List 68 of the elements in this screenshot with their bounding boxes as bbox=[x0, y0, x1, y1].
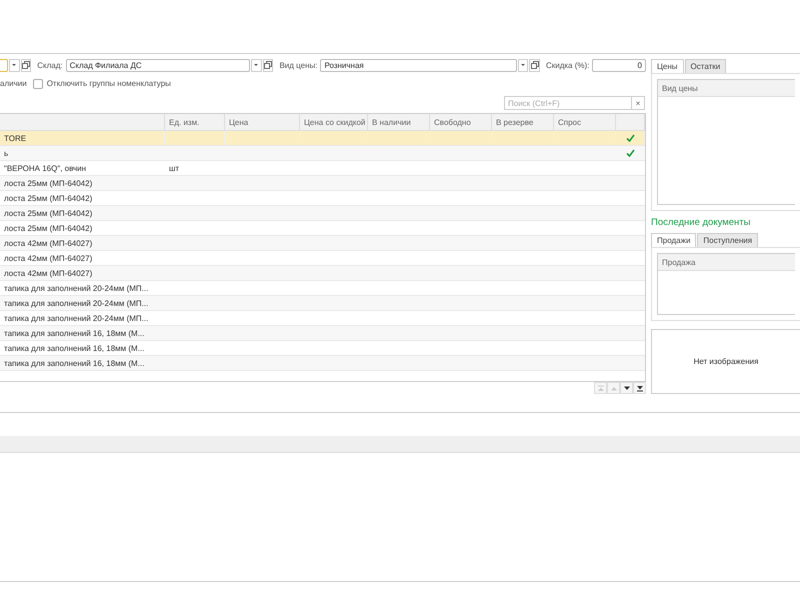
checkbox[interactable] bbox=[32, 78, 43, 89]
windows-icon bbox=[530, 61, 539, 70]
table-row[interactable]: лоста 42мм (МП-64027) bbox=[0, 236, 645, 252]
input-field[interactable]: Склад Филиала ДС bbox=[66, 58, 250, 72]
column-header[interactable]: Продажа bbox=[662, 258, 696, 266]
table-row[interactable]: тапика для заполнений 16, 18мм (М... bbox=[0, 326, 645, 342]
table-row[interactable]: тапика для заполнений 16, 18мм (М... bbox=[0, 356, 645, 372]
table-cell: лоста 42мм (МП-64027) bbox=[4, 254, 92, 263]
table-cell: ь bbox=[4, 148, 8, 158]
table-row[interactable]: тапика для заполнений 20-24мм (МП... bbox=[0, 296, 645, 312]
column-header[interactable]: Цена со скидкой bbox=[300, 114, 368, 130]
checkbox-label: Отключить группы номенклатуры bbox=[46, 79, 171, 88]
caret-icon bbox=[520, 63, 526, 68]
dropdown-button[interactable] bbox=[8, 58, 20, 72]
input-field[interactable] bbox=[0, 58, 8, 72]
field-label: Скидка (%): bbox=[546, 60, 590, 70]
windows-icon bbox=[22, 61, 30, 70]
tab[interactable]: Цены bbox=[651, 59, 684, 74]
input-field[interactable]: Розничная bbox=[320, 58, 517, 72]
table-row[interactable]: лоста 42мм (МП-64027) bbox=[0, 266, 645, 282]
field-label: Склад: bbox=[37, 60, 63, 70]
tab[interactable]: Поступления bbox=[697, 233, 758, 248]
table-cell: тапика для заполнений 20-24мм (МП... bbox=[4, 314, 148, 323]
table-cell: лоста 25мм (МП-64042) bbox=[4, 208, 92, 218]
table-cell: тапика для заполнений 16, 18мм (М... bbox=[4, 328, 144, 338]
table-cell: шт bbox=[169, 164, 180, 173]
table-cell: "ВЕРОНА 16Q", овчин bbox=[4, 164, 86, 173]
triangle-bar-icon bbox=[636, 384, 644, 392]
column-header[interactable]: Спрос bbox=[554, 114, 616, 130]
section-title: Последние документы bbox=[651, 217, 752, 228]
triangle-bar-icon bbox=[596, 384, 604, 392]
table-cell: тапика для заполнений 16, 18мм (М... bbox=[4, 344, 144, 353]
table-cell: лоста 42мм (МП-64027) bbox=[4, 268, 92, 278]
caret-icon bbox=[11, 63, 18, 68]
table-cell: тапика для заполнений 16, 18мм (М... bbox=[4, 358, 144, 368]
table-cell: лоста 42мм (МП-64027) bbox=[4, 238, 92, 248]
caret-icon bbox=[253, 63, 260, 68]
table-cell: лоста 25мм (МП-64042) bbox=[4, 194, 92, 203]
checkbox-label: аличии bbox=[0, 79, 27, 88]
input-field[interactable]: 0 bbox=[592, 58, 646, 72]
column-header[interactable]: Ед. изм. bbox=[165, 114, 225, 130]
no-image-text: Нет изображения bbox=[694, 357, 758, 366]
column-header[interactable]: Свободно bbox=[430, 114, 492, 130]
clear-button[interactable]: × bbox=[632, 96, 645, 110]
windows-icon bbox=[264, 61, 272, 70]
column-header[interactable]: Вид цены bbox=[662, 84, 698, 92]
open-button[interactable] bbox=[20, 58, 32, 72]
table-cell: лоста 25мм (МП-64042) bbox=[4, 224, 92, 233]
dropdown-button[interactable] bbox=[251, 58, 262, 72]
tab[interactable]: Продажи bbox=[651, 233, 696, 248]
field-label: Вид цены: bbox=[279, 60, 318, 70]
table-cell: лоста 25мм (МП-64042) bbox=[4, 178, 92, 188]
table-row[interactable]: лоста 25мм (МП-64042) bbox=[0, 176, 645, 192]
scroll-down-button[interactable] bbox=[620, 382, 633, 394]
table-row[interactable]: лоста 25мм (МП-64042) bbox=[0, 206, 645, 222]
open-button[interactable] bbox=[529, 58, 540, 72]
open-button[interactable] bbox=[262, 58, 274, 72]
table-cell: TORE bbox=[4, 134, 26, 143]
table-cell: тапика для заполнений 20-24мм (МП... bbox=[4, 284, 148, 293]
tab[interactable]: Остатки bbox=[684, 59, 726, 74]
scroll-down-button[interactable] bbox=[633, 382, 646, 394]
table-row[interactable]: ь bbox=[0, 146, 645, 162]
column-header[interactable]: В наличии bbox=[368, 114, 430, 130]
column-header[interactable]: Цена bbox=[225, 114, 300, 130]
dropdown-button[interactable] bbox=[518, 58, 528, 72]
table-row[interactable]: TORE bbox=[0, 131, 645, 146]
column-header[interactable]: В резерве bbox=[492, 114, 554, 130]
table-cell: тапика для заполнений 20-24мм (МП... bbox=[4, 298, 148, 308]
